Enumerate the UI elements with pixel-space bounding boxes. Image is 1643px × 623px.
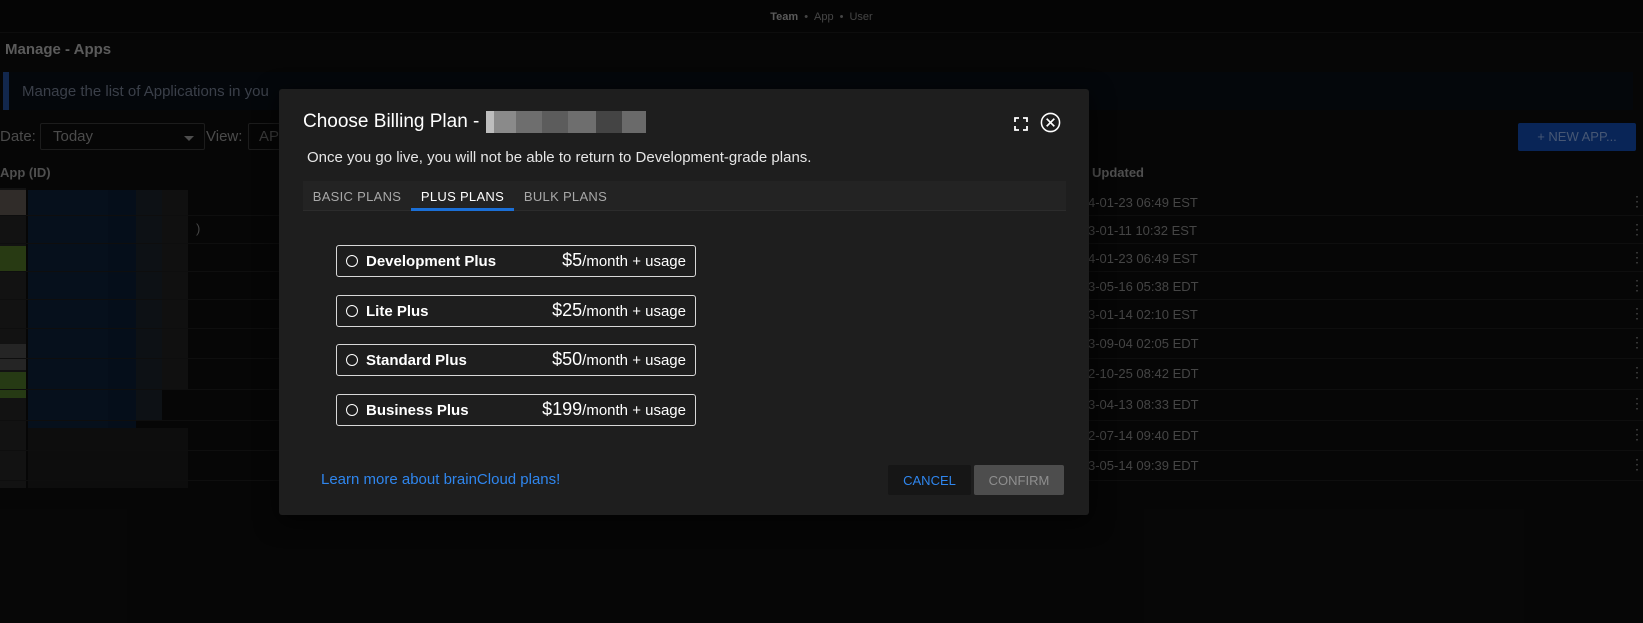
tab-basic-plans[interactable]: BASIC PLANS — [303, 181, 411, 211]
plan-price-suffix: /month + usage — [582, 303, 686, 320]
dialog-title: Choose Billing Plan - — [303, 111, 480, 132]
plan-option-business-plus[interactable]: Business Plus $199/month + usage — [336, 394, 696, 426]
dialog-subtitle: Once you go live, you will not be able t… — [307, 149, 812, 166]
close-icon[interactable] — [1040, 112, 1061, 133]
tab-bulk-plans[interactable]: BULK PLANS — [514, 181, 617, 211]
billing-plan-dialog: Choose Billing Plan - Once you go live, … — [279, 89, 1089, 515]
plan-price: $5 — [562, 250, 583, 270]
expand-icon[interactable] — [1013, 116, 1029, 132]
page: Team • App • User Manage - Apps Manage the l… — [0, 0, 1643, 623]
radio-icon[interactable] — [346, 305, 358, 317]
redacted-app-name — [486, 111, 646, 133]
plan-name: Lite Plus — [366, 303, 429, 320]
plan-price: $25 — [552, 300, 583, 320]
tab-plus-plans[interactable]: PLUS PLANS — [411, 181, 514, 211]
plan-name: Development Plus — [366, 253, 497, 270]
plan-price-suffix: /month + usage — [582, 253, 686, 270]
plan-price: $199 — [542, 399, 583, 419]
radio-icon[interactable] — [346, 354, 358, 366]
plan-option-standard-plus[interactable]: Standard Plus $50/month + usage — [336, 344, 696, 376]
learn-more-link[interactable]: Learn more about brainCloud plans! — [321, 471, 560, 488]
plan-name: Standard Plus — [366, 352, 467, 369]
plan-tabs: BASIC PLANS PLUS PLANS BULK PLANS — [303, 181, 1066, 211]
plan-name: Business Plus — [366, 402, 469, 419]
plan-option-lite-plus[interactable]: Lite Plus $25/month + usage — [336, 295, 696, 327]
plan-option-development-plus[interactable]: Development Plus $5/month + usage — [336, 245, 696, 277]
plan-price: $50 — [552, 349, 583, 369]
radio-icon[interactable] — [346, 255, 358, 267]
plan-price-suffix: /month + usage — [582, 352, 686, 369]
plan-price-suffix: /month + usage — [582, 402, 686, 419]
radio-icon[interactable] — [346, 404, 358, 416]
confirm-button[interactable]: CONFIRM — [974, 465, 1064, 495]
cancel-button[interactable]: CANCEL — [888, 465, 971, 495]
